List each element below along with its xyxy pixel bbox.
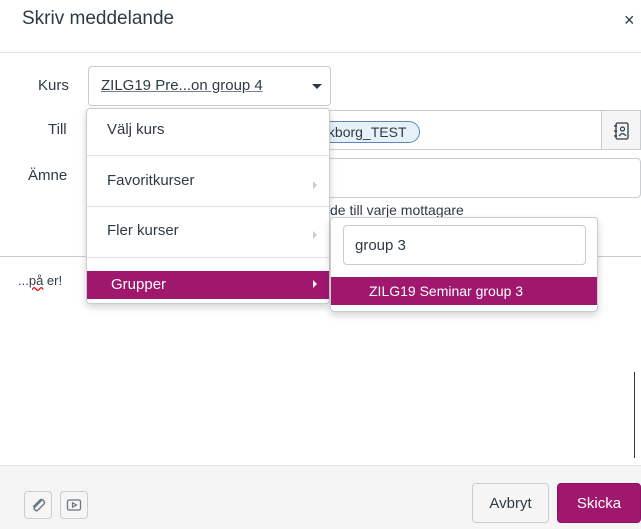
menu-item-label: Favoritkurser (107, 172, 195, 189)
media-button[interactable] (60, 491, 88, 519)
menu-divider (87, 155, 329, 156)
body-text-suffix: er! (43, 273, 63, 288)
groups-submenu: ZILG19 Seminar group 3 (330, 217, 598, 312)
course-label: Kurs (38, 77, 69, 94)
dialog-title: Skriv meddelande (22, 8, 175, 29)
menu-item-choose-course[interactable]: Välj kurs (87, 109, 329, 159)
chevron-right-icon (313, 280, 317, 288)
message-body[interactable]: ...på er! (18, 273, 62, 288)
menu-item-label: Välj kurs (107, 121, 165, 138)
scrollbar[interactable] (634, 372, 635, 458)
close-icon[interactable]: × (624, 10, 635, 31)
menu-item-favorite-courses[interactable]: Favoritkurser (87, 160, 329, 210)
send-button[interactable]: Skicka (557, 483, 641, 523)
body-text-misspelled: på (28, 273, 44, 288)
group-search-input[interactable] (343, 225, 586, 265)
menu-divider (87, 206, 329, 207)
menu-item-label: Grupper (111, 276, 167, 293)
menu-item-groups[interactable]: Grupper (87, 271, 329, 299)
header-divider (0, 52, 641, 53)
attachment-button[interactable] (24, 491, 52, 519)
chevron-right-icon (313, 231, 317, 239)
address-book-icon (614, 122, 629, 140)
media-icon (66, 499, 82, 511)
address-book-button[interactable] (601, 110, 641, 150)
subject-label: Ämne (28, 167, 68, 184)
chevron-right-icon (313, 181, 317, 189)
individual-message-label: de till varje mottagare (330, 202, 464, 218)
paperclip-icon (32, 498, 46, 512)
menu-divider (87, 257, 329, 258)
menu-item-more-courses[interactable]: Fler kurser (87, 210, 329, 260)
to-label: Till (48, 121, 67, 138)
caret-down-icon (312, 84, 322, 89)
course-menu: Välj kurs Favoritkurser Fler kurser Grup… (86, 108, 330, 304)
body-text-prefix: ... (18, 273, 29, 288)
menu-item-label: Fler kurser (107, 222, 179, 239)
course-select[interactable]: ZILG19 Pre...on group 4 (88, 66, 331, 106)
group-option[interactable]: ZILG19 Seminar group 3 (331, 277, 597, 305)
cancel-button[interactable]: Avbryt (472, 483, 549, 523)
course-select-value: ZILG19 Pre...on group 4 (101, 77, 263, 94)
